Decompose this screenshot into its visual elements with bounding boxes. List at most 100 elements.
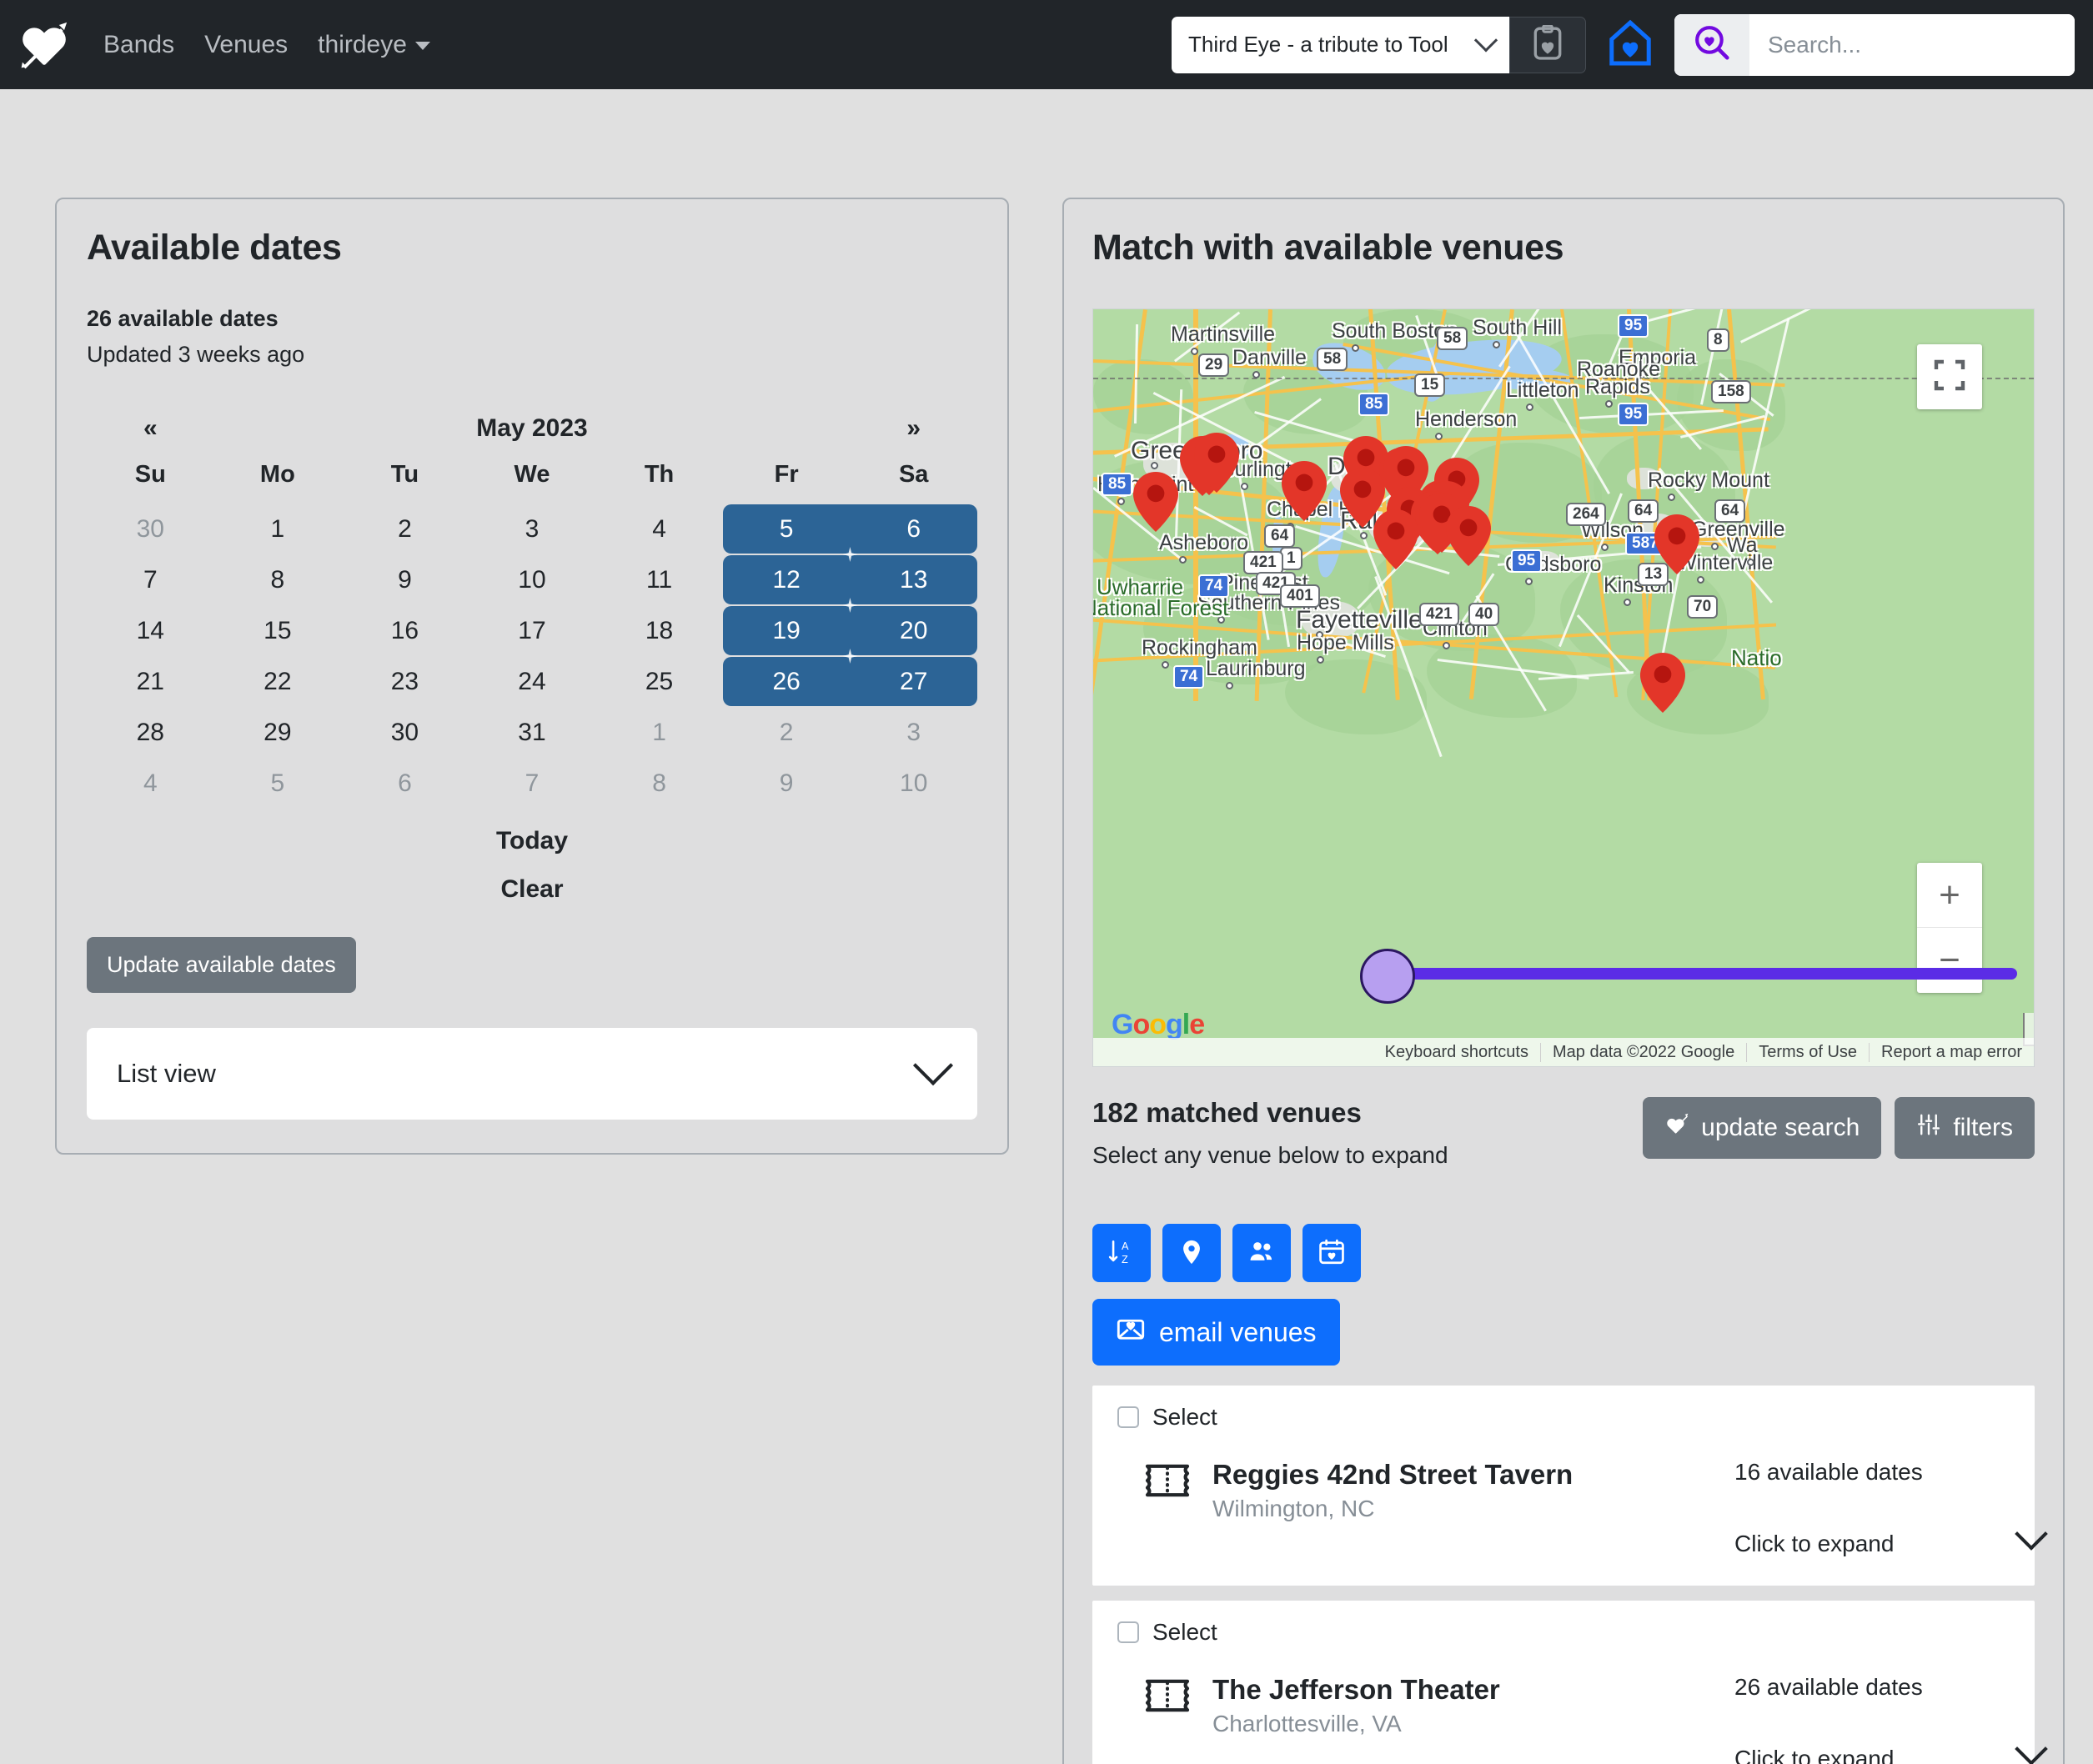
calendar-day-cell[interactable]: 7	[469, 758, 596, 809]
search-button[interactable]	[1674, 13, 1749, 76]
map-venue-pin[interactable]	[1640, 653, 1685, 713]
calendar-day-cell[interactable]: 23	[341, 656, 469, 707]
calendar-day-cell[interactable]: 19	[723, 605, 851, 656]
heart-arrow-icon	[1664, 1112, 1689, 1144]
calendar-day-cell[interactable]: 21	[87, 656, 214, 707]
calendar-day-cell[interactable]: 1	[595, 707, 723, 758]
calendar-day-cell[interactable]: 11	[595, 554, 723, 605]
calendar-day-cell[interactable]: 18	[595, 605, 723, 656]
calendar-day-cell[interactable]: 20	[850, 605, 977, 656]
calendar-day-cell[interactable]: 28	[87, 707, 214, 758]
list-view-toggle[interactable]: List view	[87, 1028, 977, 1120]
venues-map[interactable]: Martinsville South Boston South Hill Danvil…	[1092, 308, 2035, 1067]
calendar-day-cell[interactable]: 14	[87, 605, 214, 656]
venue-select-row[interactable]: Select	[1117, 1619, 2010, 1646]
calendar-day-cell[interactable]: 27	[850, 656, 977, 707]
calendar-day-cell[interactable]: 3	[850, 707, 977, 758]
calendar-day-cell[interactable]: 8	[595, 758, 723, 809]
map-fullscreen-button[interactable]	[1917, 344, 1982, 409]
map-zoom-out-button[interactable]: −	[1917, 928, 1982, 993]
calendar-dow-sa: Sa	[898, 461, 929, 488]
update-available-dates-button[interactable]: Update available dates	[87, 937, 356, 993]
calendar-day-cell[interactable]: 10	[469, 554, 596, 605]
calendar-day-cell[interactable]: 31	[469, 707, 596, 758]
band-select[interactable]: Third Eye - a tribute to Tool	[1172, 16, 1509, 73]
calendar-day-cell[interactable]: 2	[723, 707, 851, 758]
venue-expand-label[interactable]: Click to expand	[1734, 1531, 1995, 1557]
map-radius-slider[interactable]	[1360, 949, 2017, 1004]
map-venue-pin[interactable]	[1194, 433, 1239, 493]
map-attribution-item[interactable]: Map data ©2022 Google	[1539, 1042, 1746, 1062]
venue-select-row[interactable]: Select	[1117, 1404, 2010, 1431]
update-search-button[interactable]: update search	[1643, 1097, 1882, 1159]
sort-az-button[interactable]: A Z	[1092, 1224, 1151, 1282]
venue-select-checkbox[interactable]	[1117, 1406, 1139, 1428]
map-pin-button[interactable]	[1162, 1224, 1221, 1282]
map-venue-pin[interactable]	[1282, 461, 1327, 521]
calendar-heart-button[interactable]	[1302, 1224, 1361, 1282]
calendar-day-cell[interactable]: 7	[87, 554, 214, 605]
map-city-label: Danville	[1232, 346, 1307, 369]
calendar-next-month-button[interactable]: »	[850, 414, 977, 443]
chevron-down-icon[interactable]	[2015, 1517, 2048, 1551]
calendar-day-cell[interactable]: 5	[723, 504, 851, 554]
map-attribution-item[interactable]: Keyboard shortcuts	[1373, 1043, 1540, 1062]
calendar-today-button[interactable]: Today	[87, 817, 977, 865]
venue-list-item[interactable]: Select The Jefferson Theater Charlottesvil…	[1092, 1601, 2048, 1764]
calendar-day-cell[interactable]: 16	[341, 605, 469, 656]
calendar-day-cell[interactable]: 12	[723, 554, 851, 605]
map-venue-pin[interactable]	[1446, 506, 1491, 566]
calendar-day-cell[interactable]: 29	[214, 707, 342, 758]
map-city-dot	[1624, 599, 1631, 606]
calendar-day-cell[interactable]: 2	[341, 504, 469, 554]
calendar-day-cell[interactable]: 1	[214, 504, 342, 554]
email-venues-button[interactable]: email venues	[1092, 1299, 1340, 1366]
search-box[interactable]	[1674, 13, 2075, 76]
people-button[interactable]	[1232, 1224, 1291, 1282]
calendar-day-cell[interactable]: 6	[341, 758, 469, 809]
calendar-clear-button[interactable]: Clear	[87, 865, 977, 914]
heart-arrow-logo-icon[interactable]	[18, 19, 70, 71]
map-route-shield: 95	[1618, 314, 1649, 338]
calendar-day-cell[interactable]: 30	[341, 707, 469, 758]
calendar-prev-month-button[interactable]: «	[87, 414, 214, 443]
calendar-day-cell[interactable]: 17	[469, 605, 596, 656]
calendar-day-cell[interactable]: 25	[595, 656, 723, 707]
map-attribution-item[interactable]: Terms of Use	[1746, 1042, 1869, 1062]
nav-link-venues[interactable]: Venues	[189, 31, 303, 59]
calendar-day-cell[interactable]: 3	[469, 504, 596, 554]
calendar-day-cell[interactable]: 5	[214, 758, 342, 809]
calendar-day-cell[interactable]: 15	[214, 605, 342, 656]
calendar-day-cell[interactable]: 22	[214, 656, 342, 707]
calendar-day-cell[interactable]: 4	[595, 504, 723, 554]
right-column: Match with available venues Martinsville…	[1009, 198, 2093, 1764]
map-city-label: Wa	[1727, 534, 1758, 557]
map-zoom-in-button[interactable]: +	[1917, 863, 1982, 928]
chevron-down-icon[interactable]	[2015, 1732, 2048, 1764]
home-heart-button[interactable]	[1609, 19, 1651, 70]
map-venue-pin[interactable]	[1654, 514, 1699, 574]
calendar-day-cell[interactable]: 10	[850, 758, 977, 809]
calendar-day-cell[interactable]: 30	[87, 504, 214, 554]
map-venue-pin[interactable]	[1373, 509, 1418, 569]
calendar-day-cell[interactable]: 24	[469, 656, 596, 707]
search-input[interactable]	[1749, 13, 2075, 76]
calendar-day-cell[interactable]: 8	[214, 554, 342, 605]
venue-select-checkbox[interactable]	[1117, 1621, 1139, 1643]
nav-link-account[interactable]: thirdeye	[303, 31, 445, 59]
calendar-day-cell[interactable]: 13	[850, 554, 977, 605]
map-attribution-item[interactable]: Report a map error	[1869, 1042, 2034, 1062]
map-city-dot	[1226, 682, 1233, 689]
calendar-day-cell[interactable]: 26	[723, 656, 851, 707]
calendar-day-cell[interactable]: 9	[723, 758, 851, 809]
calendar-day-cell[interactable]: 9	[341, 554, 469, 605]
clipboard-heart-button[interactable]	[1509, 16, 1586, 73]
calendar-day-cell[interactable]: 4	[87, 758, 214, 809]
filters-button[interactable]: filters	[1895, 1097, 2035, 1159]
fullscreen-icon	[1933, 358, 1966, 396]
venue-expand-label[interactable]: Click to expand	[1734, 1746, 1995, 1764]
calendar-day-cell[interactable]: 6	[850, 504, 977, 554]
venue-list-item[interactable]: Select Reggies 42nd Street Tavern Wilmingt…	[1092, 1386, 2048, 1586]
nav-link-bands[interactable]: Bands	[88, 31, 189, 59]
map-venue-pin[interactable]	[1133, 472, 1178, 532]
